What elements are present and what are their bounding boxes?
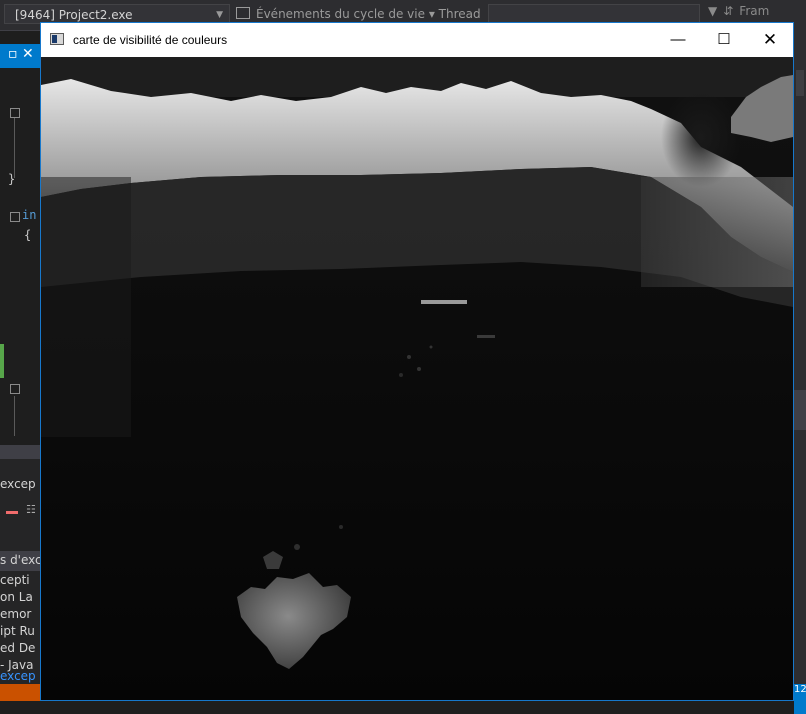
close-button[interactable]: ✕ (747, 23, 793, 57)
visibility-map-window: carte de visibilité de couleurs — ☐ ✕ (40, 22, 794, 701)
list-item[interactable]: s d'exc (0, 553, 40, 567)
document-tab[interactable]: ▫ ✕ (0, 44, 40, 68)
list-item[interactable]: ed De (0, 641, 40, 655)
fold-guide-line (14, 396, 15, 436)
lifecycle-label: Événements du cycle de vie ▾ Thread : (256, 7, 484, 21)
scrollbar-thumb[interactable] (796, 70, 804, 96)
status-bar (0, 684, 40, 701)
speck (294, 544, 300, 550)
visibility-map-canvas (41, 57, 793, 700)
filter-icon[interactable]: ▼ (708, 4, 717, 18)
speck (417, 367, 421, 371)
small-feature (477, 335, 495, 338)
fold-guide-line (14, 118, 15, 178)
remove-icon[interactable] (6, 511, 18, 514)
fold-collapse-icon[interactable] (10, 212, 20, 222)
speck (429, 345, 433, 349)
code-line-opening-brace: { (24, 228, 32, 242)
window-titlebar[interactable]: carte de visibilité de couleurs — ☐ ✕ (41, 23, 793, 57)
lifecycle-icon (236, 7, 250, 19)
tab-close-icon[interactable]: ▫ ✕ (8, 46, 34, 62)
speck (399, 373, 403, 377)
right-edge-strip: 12 (794, 30, 806, 714)
minimize-button[interactable]: — (655, 23, 701, 57)
list-item[interactable]: ipt Ru (0, 624, 40, 638)
window-title: carte de visibilité de couleurs (73, 33, 228, 47)
panel-splitter[interactable] (0, 445, 40, 459)
frame-label: Fram (739, 4, 770, 18)
dark-shadow-spot (661, 87, 741, 187)
visibility-map-image (41, 57, 793, 700)
code-line-keyword: in (22, 208, 37, 222)
fold-collapse-icon[interactable] (10, 108, 20, 118)
list-item-highlight[interactable]: excep (0, 669, 40, 683)
list-item[interactable]: cepti (0, 573, 40, 587)
status-number: 12 (794, 684, 806, 695)
stack-frame-tools[interactable]: ▼ ⇵ Fram (708, 4, 775, 18)
exception-settings-panel: excep ☷ s d'exc cepti on La emor ipt Ru … (0, 459, 40, 659)
toggle-icon[interactable]: ⇵ (723, 4, 733, 18)
left-dark-region (41, 177, 131, 437)
right-fade-region (641, 177, 793, 287)
process-combo[interactable]: [9464] Project2.exe ▼ (4, 4, 230, 24)
status-indicator: 12 (794, 684, 806, 714)
maximize-button[interactable]: ☐ (701, 23, 747, 57)
lifecycle-events-button[interactable]: Événements du cycle de vie ▾ Thread : (236, 4, 484, 24)
list-item[interactable]: on La (0, 590, 40, 604)
fold-collapse-icon[interactable] (10, 384, 20, 394)
speck (339, 525, 343, 529)
scrollbar-thumb[interactable] (794, 390, 806, 430)
thread-combo[interactable] (488, 4, 700, 24)
list-view-icon[interactable]: ☷ (26, 503, 36, 516)
code-line-closing-brace: } (8, 172, 16, 186)
panel-title: excep (0, 477, 36, 491)
list-item[interactable]: emor (0, 607, 40, 621)
exception-panel-footer: - Java excep (0, 658, 40, 684)
horizontal-bright-line (421, 300, 467, 304)
change-indicator (0, 344, 4, 378)
code-editor-gutter: } in { (0, 70, 40, 440)
process-combo-label: [9464] Project2.exe (15, 8, 133, 22)
app-window-icon (50, 33, 64, 45)
speck (407, 355, 411, 359)
